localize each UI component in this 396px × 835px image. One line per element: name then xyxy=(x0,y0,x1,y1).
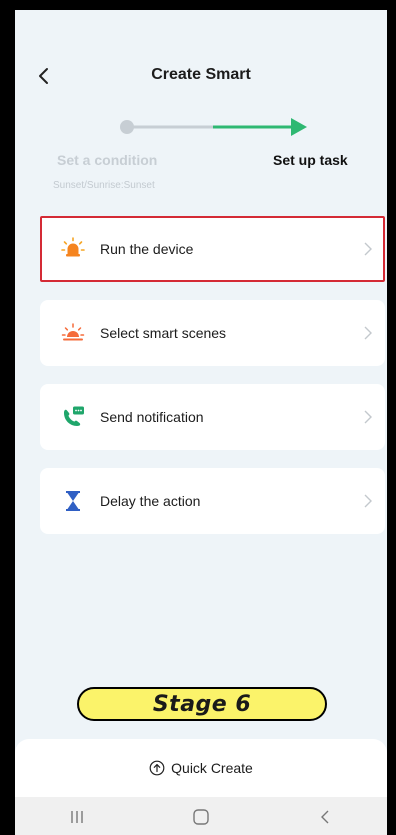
stage-badge: Stage 6 xyxy=(77,687,327,721)
step1-dot xyxy=(120,120,134,134)
progress-stepper xyxy=(15,112,387,142)
quick-create-label: Quick Create xyxy=(171,760,253,776)
nav-back-button[interactable] xyxy=(305,802,345,832)
action-select-scenes[interactable]: Select smart scenes xyxy=(40,300,385,366)
arrow-up-circle-icon xyxy=(149,760,165,776)
recents-button[interactable] xyxy=(57,802,97,832)
action-run-device[interactable]: Run the device xyxy=(40,216,385,282)
action-label: Select smart scenes xyxy=(100,325,227,341)
back-icon xyxy=(321,810,329,823)
header: Create Smart xyxy=(15,62,387,92)
action-label: Send notification xyxy=(100,409,204,425)
sunrise-icon xyxy=(61,321,85,345)
hourglass-icon xyxy=(61,489,85,513)
phone-message-icon xyxy=(61,405,85,429)
chevron-right-icon xyxy=(364,326,372,340)
chevron-right-icon xyxy=(364,410,372,424)
system-nav-bar xyxy=(15,797,387,835)
page-title: Create Smart xyxy=(151,66,251,83)
chevron-right-icon xyxy=(364,494,372,508)
action-delay[interactable]: Delay the action xyxy=(40,468,385,534)
bulb-icon xyxy=(61,237,85,261)
home-button[interactable] xyxy=(181,802,221,832)
quick-create-button[interactable]: Quick Create xyxy=(15,739,387,797)
step1-sublabel: Sunset/Sunrise:Sunset xyxy=(53,180,155,191)
step2-arrow-icon xyxy=(291,118,307,136)
recents-icon xyxy=(71,810,83,823)
device-frame: Create Smart Set a condition Set up task… xyxy=(0,0,396,835)
app-screen: Create Smart Set a condition Set up task… xyxy=(15,10,387,835)
chevron-right-icon xyxy=(364,242,372,256)
action-label: Delay the action xyxy=(100,493,201,509)
stepper-graphic xyxy=(120,118,307,136)
action-label: Run the device xyxy=(100,241,194,257)
home-icon xyxy=(193,808,209,825)
step1-label: Set a condition xyxy=(57,152,158,168)
action-send-notification[interactable]: Send notification xyxy=(40,384,385,450)
step2-label: Set up task xyxy=(273,152,348,168)
